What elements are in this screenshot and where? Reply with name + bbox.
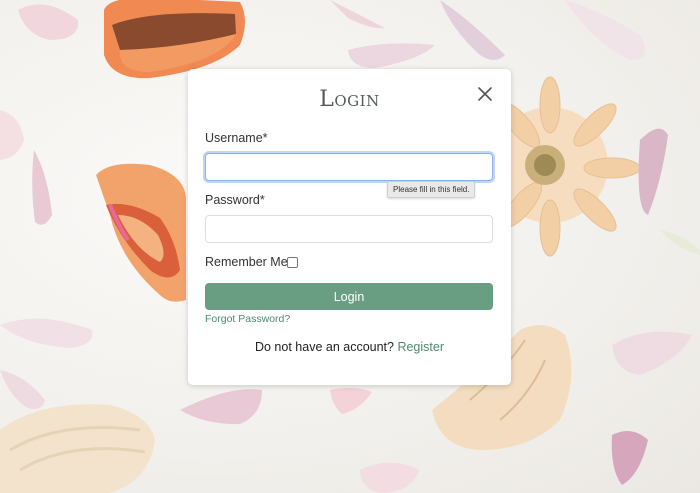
register-prompt: Do not have an account? <box>254 340 398 354</box>
login-modal: Login Username* Please fill in this fiel… <box>188 69 511 385</box>
username-input[interactable] <box>205 153 493 181</box>
remember-me-checkbox[interactable] <box>287 257 298 268</box>
forgot-password-link[interactable]: Forgot Password? <box>205 313 290 325</box>
password-input[interactable] <box>205 215 493 243</box>
login-button[interactable]: Login <box>205 283 493 310</box>
close-icon[interactable] <box>477 86 493 102</box>
chrysanthemum-flower <box>492 76 641 257</box>
close-icon-glyph <box>478 87 492 101</box>
macaron-bottom-left <box>0 404 155 493</box>
modal-title: Login <box>319 87 380 112</box>
remember-me-label: Remember Me: <box>205 255 292 269</box>
macaron-top-left <box>104 0 245 79</box>
username-label: Username* <box>205 131 268 145</box>
register-row: Do not have an account? Register <box>188 340 511 354</box>
register-link[interactable]: Register <box>397 340 444 354</box>
macaron-left-middle <box>96 163 186 302</box>
validation-tooltip: Please fill in this field. <box>387 181 476 198</box>
password-label: Password* <box>205 193 265 207</box>
